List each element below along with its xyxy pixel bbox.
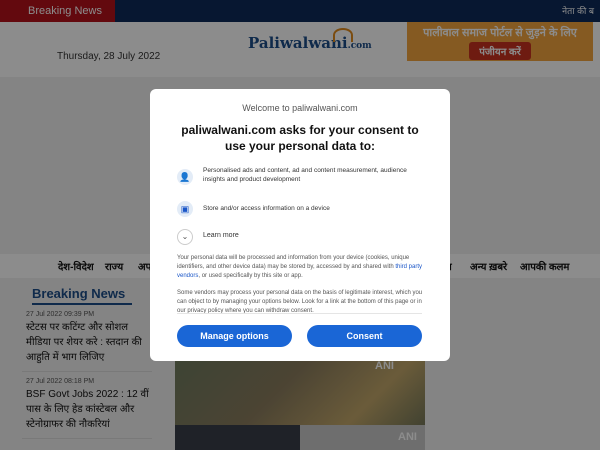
manage-options-button[interactable]: Manage options [177,325,292,347]
purpose-item: ▣ Store and/or access information on a d… [177,198,423,220]
description-text-end: , or used specifically by this site or a… [198,273,303,279]
purpose-item: 👤 Personalised ads and content, ad and c… [177,166,423,188]
learn-more-label: Learn more [203,232,239,239]
consent-buttons: Manage options Consent [177,325,422,347]
description-text: Your personal data will be processed and… [177,255,410,270]
chevron-down-icon: ⌄ [177,229,193,245]
person-icon: 👤 [177,169,193,185]
divider [177,313,422,314]
purpose-text: Store and/or access information on a dev… [203,205,330,212]
dialog-welcome: Welcome to paliwalwani.com [242,103,358,113]
learn-more-toggle[interactable]: ⌄ Learn more [177,228,423,246]
device-icon: ▣ [177,201,193,217]
purpose-text: Personalised ads and content, ad and con… [203,167,407,183]
legitimate-interest-text: Some vendors may process your personal d… [177,290,423,314]
consent-title: paliwalwani.com asks for your consent to… [181,123,419,153]
consent-dialog: Welcome to paliwalwani.com paliwalwani.c… [150,89,450,361]
consent-description: Your personal data will be processed and… [177,254,423,281]
consent-button[interactable]: Consent [307,325,422,347]
